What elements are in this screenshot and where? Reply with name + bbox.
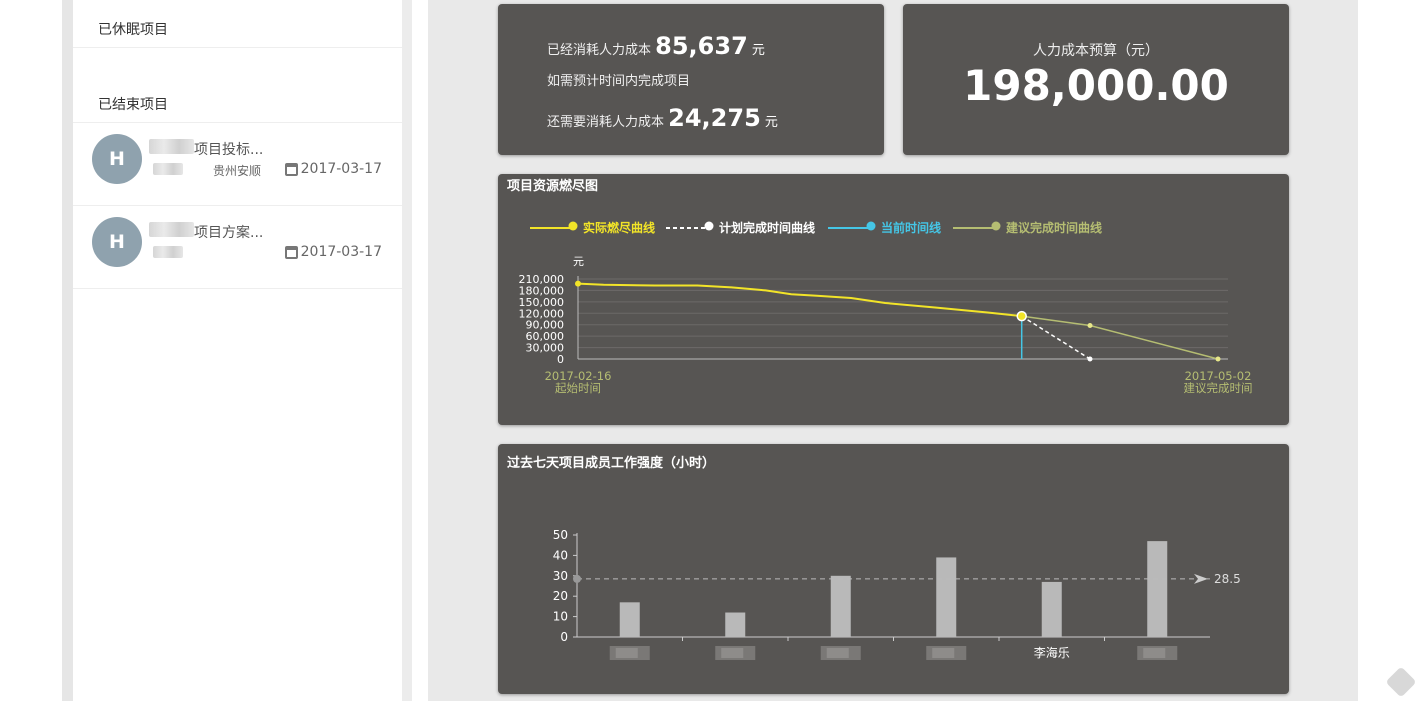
redacted-text [149,222,194,237]
actual-burndown-line [577,282,1022,318]
y-tick-label: 30 [553,569,568,583]
workload-bar [619,602,640,637]
workload-bar-chart: 0 10 20 30 40 50 李海乐 28.5 [553,528,1241,660]
project-sidebar: 已休眠项目 已结束项目 H 项目投标... 贵州安顺 2017-03-17 H … [73,0,402,701]
project-location: 贵州安顺 [213,164,262,178]
workload-bar [725,612,746,637]
dormant-projects-title: 已休眠项目 [98,22,168,38]
legend-label: 当前时间线 [881,220,941,235]
left-gutter [62,0,73,701]
legend-marker [568,221,578,231]
workload-bar [1147,541,1168,637]
legend-marker [991,221,1001,231]
y-tick-label: 0 [560,630,568,644]
average-value-label: 28.5 [1214,572,1241,586]
project-list-item[interactable]: H 项目投标... 贵州安顺 2017-03-17 [73,122,402,205]
workload-bar [830,575,851,637]
budget-card: 人力成本预算（元） 198,000.00 [903,4,1289,155]
planned-end-point [1087,356,1093,362]
middle-gutter [402,0,412,701]
y-tick-label: 150,000 [519,296,565,309]
y-tick-label: 0 [557,353,564,366]
burndown-chart-card: 项目资源燃尽图 实际燃尽曲线 计划完成时间曲线 当前时间线 建议完成时间曲线 元 03… [498,174,1289,425]
divider [73,47,402,48]
end-time-label: 建议完成时间 [1184,381,1253,395]
redacted-text [149,139,194,154]
budget-value: 198,000.00 [963,61,1229,110]
unit-label: 元 [751,43,765,58]
planned-completion-line [1021,315,1091,360]
legend-label: 建议完成时间曲线 [1005,220,1102,235]
redacted-member-name [826,648,849,658]
y-tick-label: 210,000 [519,273,565,286]
avatar: H [92,217,142,267]
y-tick-label: 120,000 [519,307,565,320]
suggested-end-point [1215,356,1221,362]
divider [73,288,402,289]
redacted-member-name [1143,648,1166,658]
start-point [575,280,581,287]
workload-bar [936,557,957,637]
consumed-cost-line: 已经消耗人力成本 85,637 元 [547,32,765,60]
finished-projects-title: 已结束项目 [98,97,168,113]
y-tick-label: 90,000 [526,319,565,332]
project-date: 2017-03-17 [284,244,382,260]
project-list-item[interactable]: H 项目方案... 2017-03-17 [73,205,402,288]
redacted-text [153,163,183,175]
date-text: 2017-03-17 [300,161,382,177]
average-arrow-icon [1194,573,1208,584]
y-tick-label: 30,000 [526,342,565,355]
redacted-member-name [615,648,638,658]
legend-label: 计划完成时间曲线 [719,220,815,235]
workload-bar [1041,581,1062,637]
start-time-label: 起始时间 [555,381,601,395]
legend-label: 实际燃尽曲线 [583,220,655,235]
y-tick-label: 20 [553,589,568,603]
project-name: 项目方案... [194,225,264,241]
redacted-text [153,246,183,258]
plan-note: 如需预计时间内完成项目 [547,74,691,89]
workload-chart-card: 过去七天项目成员工作强度（小时） 0 10 20 30 40 50 李海乐 28.5 [498,444,1289,694]
suggested-mid-point [1087,322,1093,328]
feedback-icon[interactable] [1385,666,1417,698]
y-tick-label: 40 [553,548,568,562]
avatar: H [92,134,142,184]
main-panel: 已经消耗人力成本 85,637 元 如需预计时间内完成项目 还需要消耗人力成本 … [428,0,1358,701]
calendar-icon [284,162,298,176]
date-text: 2017-03-17 [300,244,382,260]
unit-label: 元 [764,115,778,130]
project-date: 2017-03-17 [284,161,382,177]
chart-legend: 实际燃尽曲线 计划完成时间曲线 当前时间线 建议完成时间曲线 [530,220,1102,235]
redacted-member-name [721,648,744,658]
consumed-value: 85,637 [655,32,748,60]
remaining-value: 24,275 [668,104,761,132]
y-tick-label: 50 [553,528,568,542]
y-tick-label: 180,000 [519,284,565,297]
redacted-member-name [932,648,955,658]
calendar-icon [284,245,298,259]
budget-label: 人力成本预算（元） [1033,43,1159,59]
remaining-label: 还需要消耗人力成本 [547,115,665,130]
current-point [1016,310,1027,322]
x-tick-label: 李海乐 [1034,645,1070,660]
y-tick-label: 60,000 [526,330,565,343]
remaining-cost-line: 还需要消耗人力成本 24,275 元 [547,104,778,132]
average-start-marker [573,574,581,583]
consumed-label: 已经消耗人力成本 [547,43,652,58]
labor-cost-card: 已经消耗人力成本 85,637 元 如需预计时间内完成项目 还需要消耗人力成本 … [498,4,884,155]
legend-marker [866,221,876,231]
y-unit-label: 元 [573,255,584,268]
legend-marker [704,221,714,231]
y-tick-label: 10 [553,610,568,624]
project-name: 项目投标... [194,142,264,158]
burndown-chart: 实际燃尽曲线 计划完成时间曲线 当前时间线 建议完成时间曲线 元 030,00060,… [519,220,1253,395]
suggested-completion-line [1021,315,1219,360]
